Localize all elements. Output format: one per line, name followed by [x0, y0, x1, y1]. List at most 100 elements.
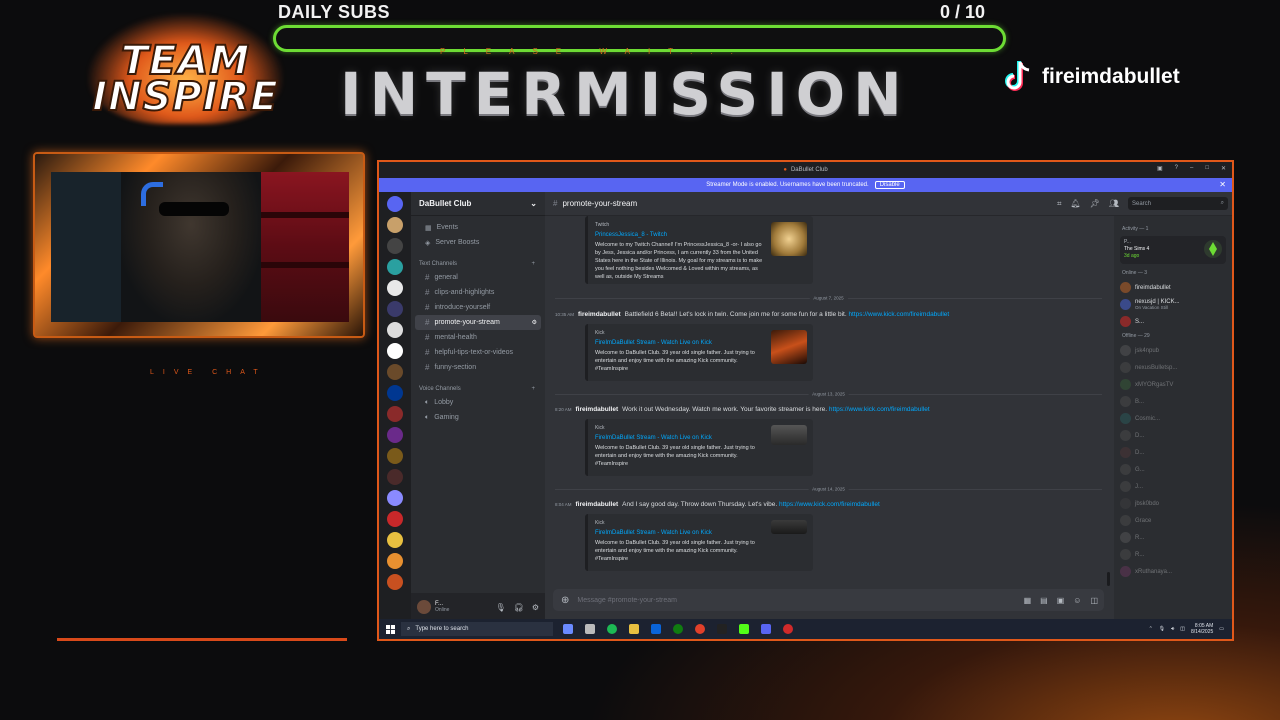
server-icon[interactable]	[387, 469, 403, 485]
sticker-icon[interactable]: ▣	[1057, 596, 1065, 605]
server-icon[interactable]	[387, 343, 403, 359]
scrollbar-thumb[interactable]	[1107, 572, 1110, 586]
offline-member[interactable]: B...	[1120, 394, 1226, 409]
server-icon[interactable]	[387, 301, 403, 317]
server-icon[interactable]	[387, 553, 403, 569]
offline-member[interactable]: nexusBulletsp...	[1120, 360, 1226, 375]
maximize-button[interactable]: □	[1205, 165, 1209, 172]
offline-member[interactable]: xRuthanaya...	[1120, 564, 1226, 579]
gear-icon[interactable]: ⚙	[532, 603, 539, 612]
server-icon[interactable]	[387, 322, 403, 338]
chevron-up-icon[interactable]: ⌃	[1149, 626, 1153, 632]
offline-member[interactable]: G...	[1120, 462, 1226, 477]
emoji-icon[interactable]: ☺	[1073, 596, 1081, 605]
channel-clips-and-highlights[interactable]: # clips-and-highlights	[415, 285, 541, 300]
gift-icon[interactable]: ▦	[1024, 596, 1032, 605]
voice-channel-gaming[interactable]: 🔈︎ Gaming	[415, 410, 541, 425]
disable-streamer-mode-button[interactable]: Disable	[874, 181, 905, 189]
sidebar-item-server-boosts[interactable]: ◈ Server Boosts	[415, 235, 541, 250]
offline-member[interactable]: xMYORgasTV	[1120, 377, 1226, 392]
copilot-icon[interactable]	[563, 624, 573, 634]
minimize-button[interactable]: –	[1190, 165, 1193, 172]
windows-start-icon[interactable]	[379, 624, 401, 634]
avatar[interactable]	[417, 600, 431, 614]
channel-introduce-yourself[interactable]: # introduce-yourself	[415, 300, 541, 315]
message-link[interactable]: https://www.kick.com/fireimdabullet	[848, 311, 949, 318]
embed-thumbnail[interactable]	[771, 425, 807, 445]
inbox-icon[interactable]: ▣	[1157, 165, 1163, 172]
gear-icon[interactable]: ⚙	[532, 319, 537, 326]
embed-thumbnail[interactable]	[771, 222, 807, 256]
server-icon[interactable]	[387, 364, 403, 380]
voice-channels-category[interactable]: Voice Channels +	[411, 383, 545, 395]
apps-icon[interactable]: ◫	[1090, 596, 1098, 605]
plus-icon[interactable]: +	[531, 261, 535, 267]
chrome-icon[interactable]	[695, 624, 705, 634]
server-icon[interactable]	[387, 259, 403, 275]
offline-member[interactable]: J...	[1120, 479, 1226, 494]
server-icon[interactable]	[387, 385, 403, 401]
close-icon[interactable]: ✕	[1219, 180, 1226, 189]
close-button[interactable]: ✕	[1221, 165, 1226, 172]
server-icon[interactable]	[387, 574, 403, 590]
channel-promote-your-stream[interactable]: # promote-your-stream ⚙	[415, 315, 541, 330]
server-icon[interactable]	[387, 238, 403, 254]
offline-member[interactable]: jsk4npub	[1120, 343, 1226, 358]
file-explorer-icon[interactable]	[629, 624, 639, 634]
message-input[interactable]: ⊕ Message #promote-your-stream ▦ ▤ ▣ ☺ ◫	[553, 589, 1104, 611]
gif-icon[interactable]: ▤	[1040, 596, 1048, 605]
offline-member[interactable]: R...	[1120, 530, 1226, 545]
microphone-icon[interactable]: 🎙︎	[496, 603, 506, 612]
add-attachment-icon[interactable]: ⊕	[561, 595, 569, 606]
obs-icon[interactable]	[783, 624, 793, 634]
sidebar-item-events[interactable]: ▦ Events	[415, 220, 541, 235]
taskbar-clock[interactable]: 8:05 AM 8/14/2025	[1191, 623, 1213, 635]
server-icon[interactable]	[387, 532, 403, 548]
user-info[interactable]: F... Online	[435, 601, 449, 613]
server-icon[interactable]	[387, 427, 403, 443]
pin-icon[interactable]: 📌︎	[1090, 199, 1100, 208]
voice-channel-lobby[interactable]: 🔈︎ Lobby	[415, 395, 541, 410]
online-member[interactable]: fireimdabullet	[1120, 280, 1226, 295]
offline-member[interactable]: D...	[1120, 428, 1226, 443]
plus-icon[interactable]: +	[531, 386, 535, 392]
server-icon[interactable]	[387, 280, 403, 296]
outlook-icon[interactable]	[651, 624, 661, 634]
channel-funny-section[interactable]: # funny-section	[415, 360, 541, 375]
online-member[interactable]: nexusjd | KICK... On Vacation Still	[1120, 297, 1226, 312]
store-icon[interactable]	[585, 624, 595, 634]
headphones-icon[interactable]: 🎧︎	[514, 603, 524, 612]
offline-member[interactable]: Cosmic...	[1120, 411, 1226, 426]
offline-member[interactable]: Grace	[1120, 513, 1226, 528]
xbox-icon[interactable]	[673, 624, 683, 634]
message-link[interactable]: https://www.kick.com/fireimdabullet	[779, 501, 880, 508]
server-header[interactable]: DaBullet Club ⌄	[411, 192, 545, 216]
channel-helpful-tips[interactable]: # helpful-tips-text-or-videos	[415, 345, 541, 360]
channel-general[interactable]: # general	[415, 270, 541, 285]
threads-icon[interactable]: ⌗	[1057, 199, 1062, 209]
spotify-icon[interactable]	[607, 624, 617, 634]
server-icon[interactable]	[387, 511, 403, 527]
discord-icon[interactable]	[761, 624, 771, 634]
offline-member[interactable]: R...	[1120, 547, 1226, 562]
volume-icon[interactable]: 🔊︎	[1171, 626, 1174, 632]
members-icon[interactable]: 👥︎	[1109, 199, 1119, 208]
offline-member[interactable]: D...	[1120, 445, 1226, 460]
bell-icon[interactable]: 🔔︎	[1071, 199, 1081, 208]
server-icon[interactable]	[387, 406, 403, 422]
online-member[interactable]: S...	[1120, 314, 1226, 329]
message-author[interactable]: fireimdabullet	[576, 406, 619, 413]
activity-card[interactable]: P... The Sims 4 3d ago	[1120, 236, 1226, 264]
embed-thumbnail[interactable]	[771, 330, 807, 364]
help-icon[interactable]: ?	[1175, 165, 1178, 172]
embed-thumbnail[interactable]	[771, 520, 807, 534]
message-link[interactable]: https://www.kick.com/fireimdabullet	[829, 406, 930, 413]
taskbar-search-input[interactable]: ⌕ Type here to search	[401, 622, 553, 636]
text-channels-category[interactable]: Text Channels +	[411, 258, 545, 270]
message-author[interactable]: fireimdabullet	[578, 311, 621, 318]
offline-member[interactable]: jbsk0bdo	[1120, 496, 1226, 511]
capcut-icon[interactable]	[717, 624, 727, 634]
server-icon[interactable]	[387, 448, 403, 464]
microphone-icon[interactable]: 🎙︎	[1159, 626, 1165, 632]
server-icon[interactable]	[387, 490, 403, 506]
